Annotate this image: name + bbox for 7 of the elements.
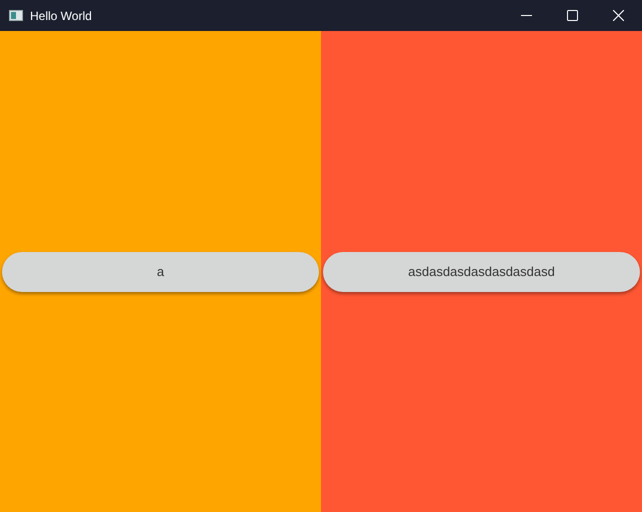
panel-button[interactable]: a bbox=[2, 252, 319, 292]
window-title: Hello World bbox=[30, 8, 92, 24]
minimize-icon bbox=[520, 15, 532, 16]
maximize-icon bbox=[566, 10, 578, 21]
app-icon bbox=[9, 10, 23, 21]
close-icon bbox=[612, 10, 624, 21]
panel-button[interactable]: asdasdasdasdasdasdasd bbox=[323, 252, 640, 292]
